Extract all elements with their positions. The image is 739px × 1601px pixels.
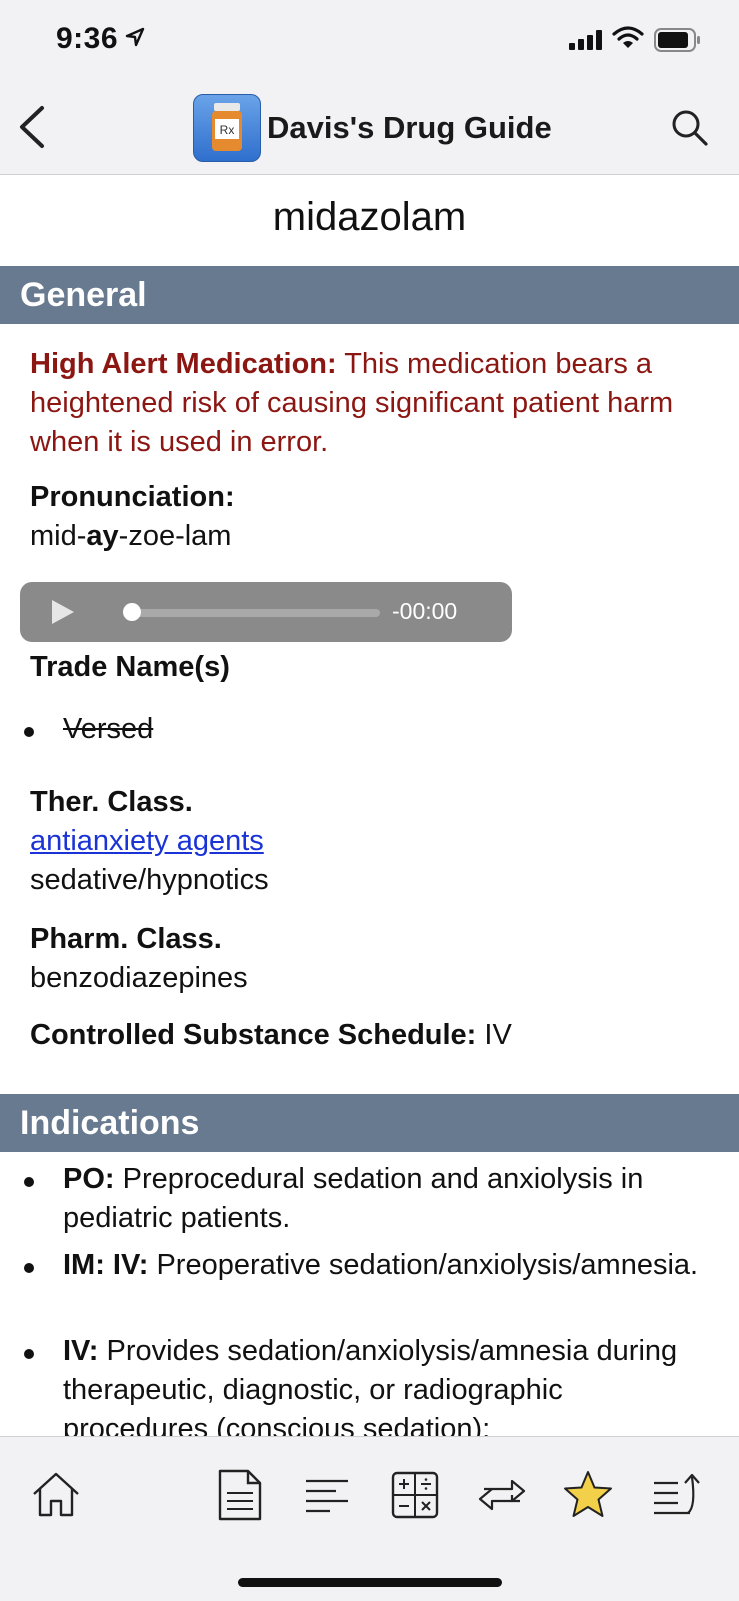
- ther-class-label: Ther. Class.: [30, 786, 193, 818]
- schedule-label: Controlled Substance Schedule:: [30, 1019, 477, 1051]
- trade-name: Versed: [63, 713, 154, 745]
- section-header-indications[interactable]: Indications: [0, 1094, 739, 1152]
- ther-class-value: sedative/hypnotics: [30, 864, 269, 896]
- bullet-icon: [24, 1177, 34, 1187]
- audio-time-remaining: -00:00: [392, 598, 458, 624]
- pronunciation-block: Pronunciation: mid-ay-zoe-lam: [30, 478, 235, 556]
- cellular-signal-icon: [569, 30, 602, 50]
- pill-bottle-icon: Rx: [212, 103, 242, 151]
- indication-text: IM: IV: Preoperative sedation/anxiolysis…: [63, 1249, 699, 1281]
- app-logo: Rx: [193, 94, 261, 162]
- trade-names-label: Trade Name(s): [30, 651, 230, 683]
- status-bar: 9:36: [0, 0, 739, 80]
- drug-name-heading: midazolam: [272, 195, 467, 239]
- battery-icon: [654, 28, 700, 52]
- location-arrow-icon: [125, 27, 145, 47]
- back-chevron-icon[interactable]: [14, 104, 54, 150]
- pharmacologic-class-block: Pharm. Class. benzodiazepines: [30, 920, 248, 998]
- outline-icon[interactable]: [302, 1469, 354, 1521]
- interactions-icon[interactable]: [476, 1469, 528, 1521]
- schedule-value: IV: [476, 1019, 512, 1051]
- share-icon[interactable]: [650, 1469, 702, 1521]
- home-indicator[interactable]: [238, 1578, 502, 1587]
- bottom-toolbar: [0, 1436, 739, 1601]
- pharm-class-label: Pharm. Class.: [30, 923, 222, 955]
- pronunciation-value: mid-ay-zoe-lam: [30, 520, 232, 552]
- navigation-bar: Rx Davis's Drug Guide: [0, 80, 739, 175]
- section-header-general[interactable]: General: [0, 266, 739, 324]
- indication-text: IV: Provides sedation/anxiolysis/amnesia…: [63, 1335, 678, 1436]
- play-icon[interactable]: [50, 598, 76, 626]
- bullet-icon: [24, 1263, 34, 1273]
- audio-scrubber-handle[interactable]: [123, 603, 141, 621]
- document-icon[interactable]: [214, 1469, 266, 1521]
- wifi-icon: [612, 26, 644, 48]
- monograph-content[interactable]: midazolam General High Alert Medication:…: [0, 175, 739, 1436]
- pharm-class-value: benzodiazepines: [30, 962, 248, 994]
- svg-text:Rx: Rx: [220, 123, 235, 137]
- status-time: 9:36: [56, 22, 119, 55]
- indication-text: PO: Preprocedural sedation and anxiolysi…: [63, 1163, 644, 1234]
- high-alert-notice: High Alert Medication: This medication b…: [30, 345, 720, 462]
- controlled-substance-schedule: Controlled Substance Schedule: IV: [30, 1016, 512, 1055]
- therapeutic-class-block: Ther. Class. antianxiety agents sedative…: [30, 783, 269, 900]
- app-title: Davis's Drug Guide: [267, 110, 552, 145]
- search-icon[interactable]: [670, 108, 710, 148]
- bullet-icon: [24, 1349, 34, 1359]
- ther-class-link[interactable]: antianxiety agents: [30, 825, 264, 857]
- home-icon[interactable]: [30, 1469, 82, 1521]
- pronunciation-audio-player[interactable]: -00:00: [20, 582, 512, 642]
- calculator-icon[interactable]: [389, 1469, 441, 1521]
- favorite-star-icon[interactable]: [562, 1469, 614, 1521]
- audio-progress-track[interactable]: [125, 609, 380, 617]
- bullet-icon: [24, 727, 34, 737]
- high-alert-label: High Alert Medication:: [30, 348, 337, 380]
- pronunciation-label: Pronunciation:: [30, 481, 235, 513]
